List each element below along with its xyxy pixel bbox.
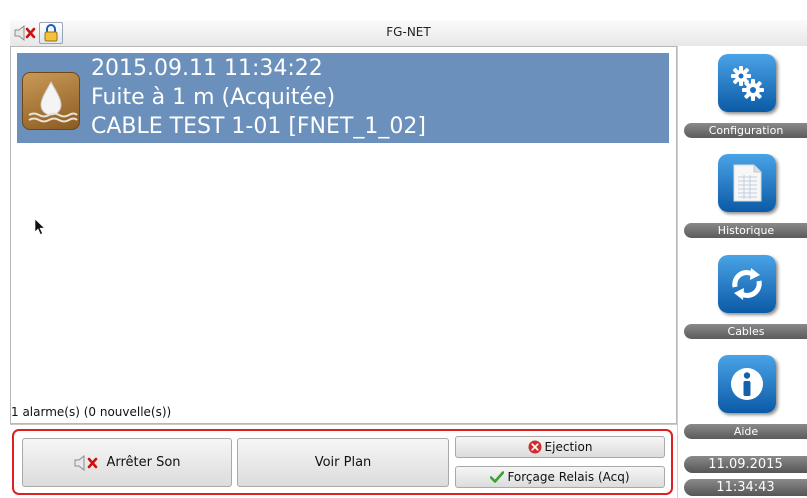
view-plan-label: Voir Plan	[314, 455, 372, 470]
stop-sound-button[interactable]: Arrêter Son	[22, 438, 232, 487]
info-icon[interactable]	[718, 355, 776, 413]
document-icon[interactable]	[718, 154, 776, 212]
sidebar-item-aide[interactable]: Aide	[684, 424, 807, 439]
refresh-arrows-icon[interactable]	[718, 255, 776, 313]
water-leak-icon	[22, 72, 80, 130]
force-relay-button[interactable]: Forçage Relais (Acq)	[455, 466, 665, 488]
sidebar-item-configuration[interactable]: Configuration	[684, 123, 807, 138]
view-plan-button[interactable]: Voir Plan	[237, 438, 449, 487]
current-time: 11:34:43	[684, 479, 807, 496]
alarm-source: CABLE TEST 1-01 [FNET_1_02]	[91, 114, 426, 139]
mouse-cursor-icon	[34, 218, 46, 240]
title-bar: FG-NET	[10, 20, 807, 47]
status-divider	[10, 424, 677, 425]
gears-icon[interactable]	[718, 54, 776, 112]
current-date: 11.09.2015	[684, 456, 807, 473]
alarm-message: Fuite à 1 m (Acquitée)	[91, 85, 336, 110]
force-relay-label: Forçage Relais (Acq)	[507, 470, 630, 484]
sidebar-item-historique[interactable]: Historique	[684, 223, 807, 238]
alarm-row[interactable]: 2015.09.11 11:34:22 Fuite à 1 m (Acquité…	[17, 53, 669, 143]
sidebar: Configuration Historique Cables Aide	[677, 46, 807, 498]
ejection-button[interactable]: Ejection	[455, 436, 665, 458]
alarm-datetime: 2015.09.11 11:34:22	[91, 56, 323, 81]
sidebar-item-cables[interactable]: Cables	[684, 324, 807, 339]
alarm-list[interactable]: 2015.09.11 11:34:22 Fuite à 1 m (Acquité…	[10, 46, 677, 424]
error-icon	[528, 440, 542, 454]
checkmark-icon	[490, 471, 505, 483]
ejection-label: Ejection	[544, 440, 593, 454]
alarm-count-status: 1 alarme(s) (0 nouvelle(s))	[11, 405, 172, 419]
window-title: FG-NET	[386, 25, 431, 39]
speaker-muted-icon	[74, 454, 98, 471]
action-button-group: Arrêter Son Voir Plan Ejection Forçage R…	[12, 429, 673, 495]
stop-sound-label: Arrêter Son	[106, 455, 181, 470]
